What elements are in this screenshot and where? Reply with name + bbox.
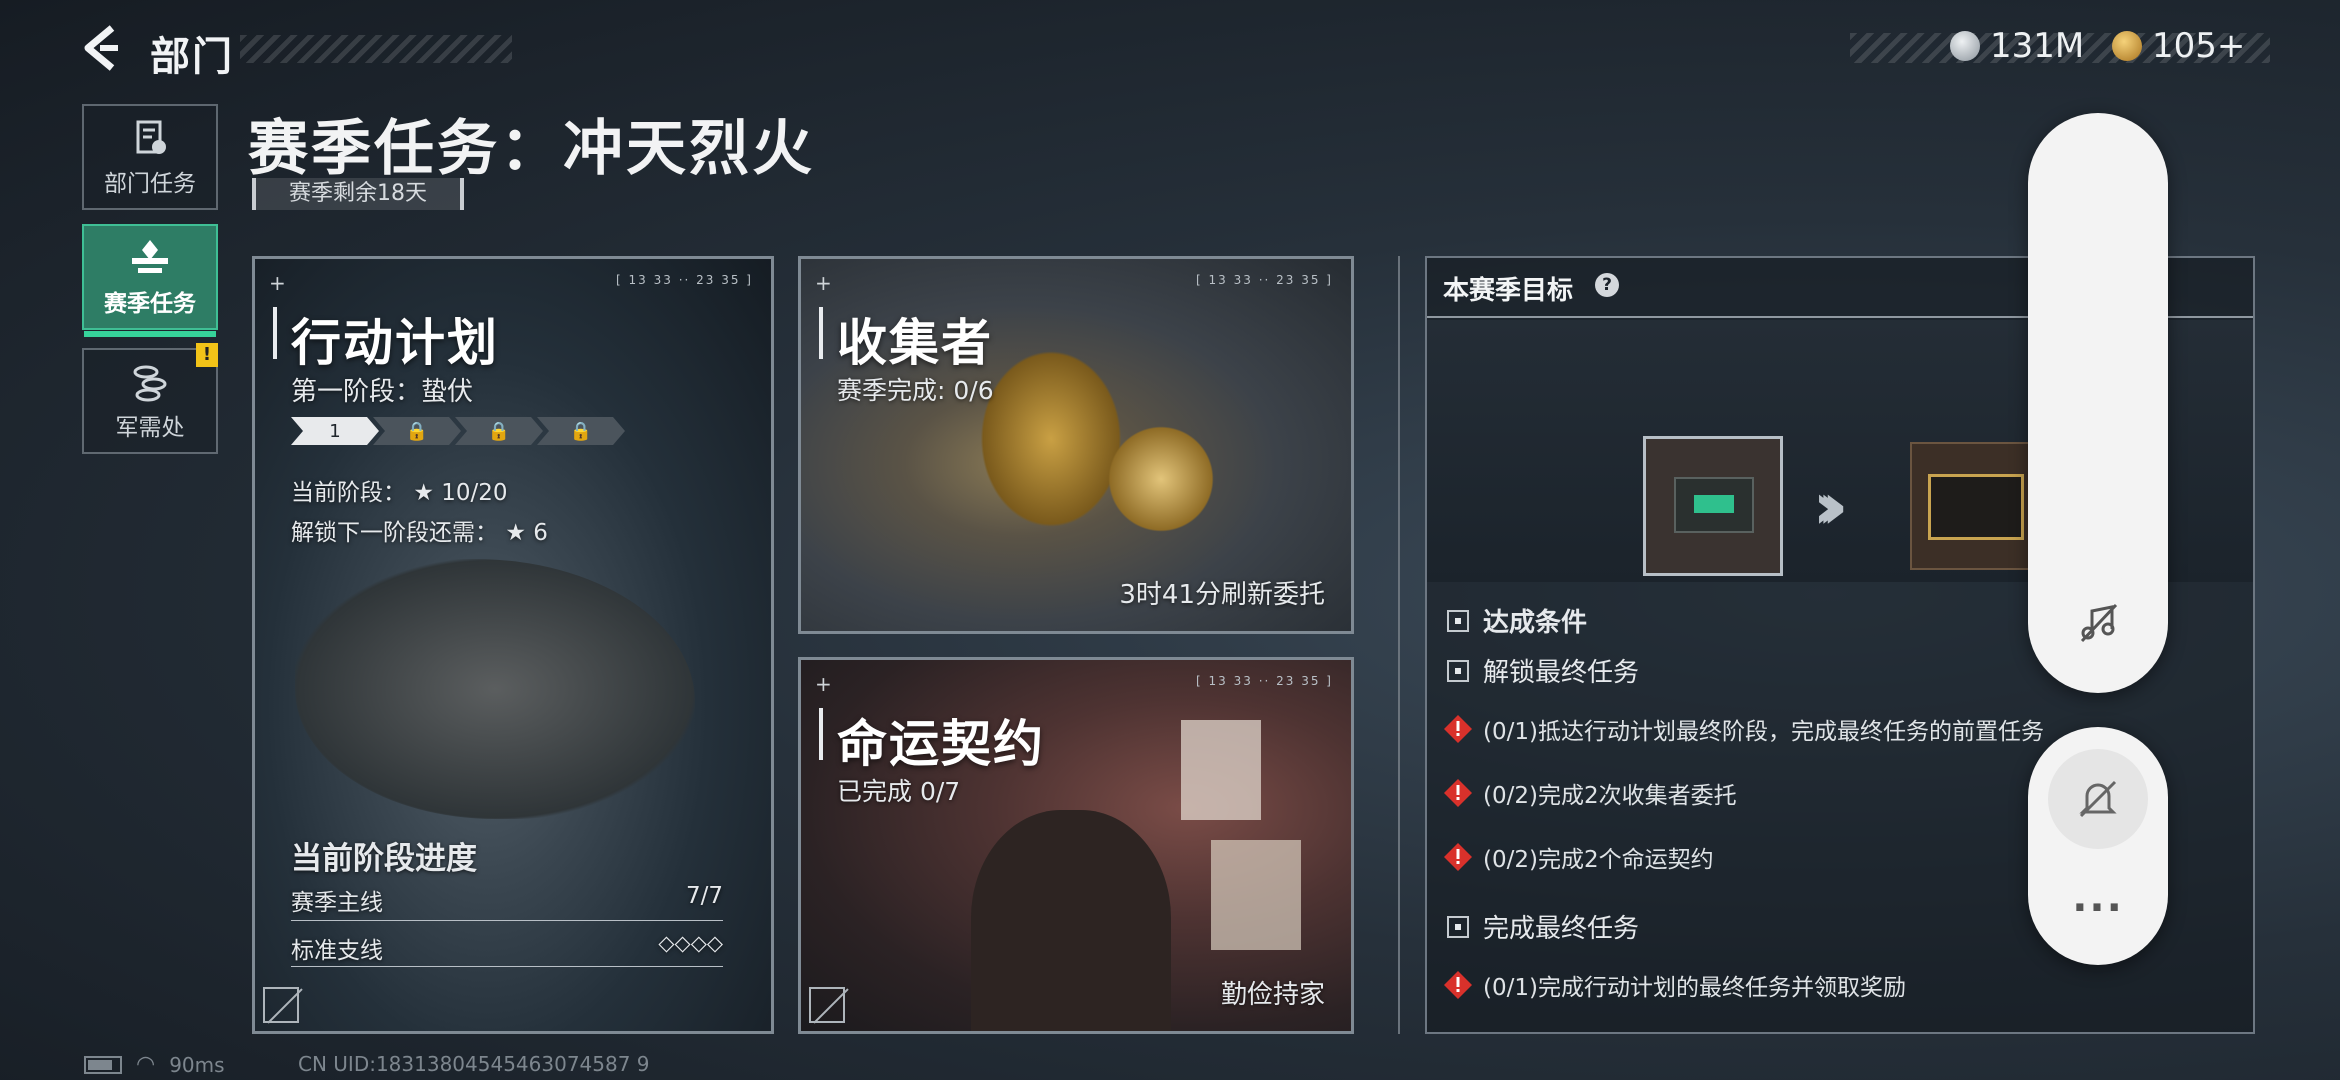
operation-plan-card[interactable]: + [ 13 33 ·· 23 35 ] 行动计划 第一阶段：蛰伏 1 🔒 🔒 … xyxy=(252,256,774,1034)
star-icon: ★ xyxy=(413,480,434,506)
reward-item-case[interactable] xyxy=(1643,436,1783,576)
currency-gold[interactable]: 105+ xyxy=(2112,26,2245,66)
lock-icon: 🔒 xyxy=(569,420,593,442)
fate-progress: 已完成 0/7 xyxy=(837,777,961,806)
more-options-button[interactable]: ··· xyxy=(2028,885,2168,931)
warning-diamond-icon xyxy=(1444,779,1472,807)
wifi-icon: ◠ xyxy=(136,1052,156,1077)
lock-icon: 🔒 xyxy=(487,420,511,442)
group-complete-final: 完成最终任务 xyxy=(1447,908,1639,945)
branch-diamonds: ◇◇◇◇ xyxy=(658,931,723,955)
season-emblem-icon xyxy=(132,240,168,273)
main-line-row: 赛季主线 7/7 xyxy=(291,879,723,921)
golden-deer-art xyxy=(971,339,1131,539)
conditions-heading: 达成条件 xyxy=(1447,602,1587,639)
help-icon[interactable]: ? xyxy=(1595,273,1619,297)
sidebar-item-season-tasks[interactable]: 赛季任务 xyxy=(82,224,218,337)
fate-title: 命运契约 xyxy=(837,715,1045,773)
currency-silver[interactable]: 131M xyxy=(1950,26,2084,66)
music-off-button[interactable] xyxy=(2048,573,2148,673)
warning-diamond-icon xyxy=(1444,715,1472,743)
crosshair-icon: + xyxy=(815,271,832,295)
reward-item-crate[interactable] xyxy=(1910,442,2038,570)
stage-segment-3: 🔒 xyxy=(455,417,543,445)
square-bullet-icon xyxy=(1447,915,1469,938)
objective-heading: 本赛季目标 xyxy=(1443,276,1574,306)
collector-refresh-time: 3时41分刷新委托 xyxy=(1119,580,1325,610)
requirement-item: (0/1)抵达行动计划最终阶段，完成最终任务的前置任务 xyxy=(1443,712,2044,746)
current-stage-row: 当前阶段： ★ 10/20 xyxy=(291,480,508,506)
back-arrow-icon xyxy=(84,25,118,71)
gold-coin-icon xyxy=(2112,31,2142,61)
golden-cup-art xyxy=(1101,419,1221,539)
crosshair-icon: + xyxy=(269,271,286,295)
lock-icon: 🔒 xyxy=(405,420,429,442)
crosshair-icon: + xyxy=(815,672,832,696)
divider xyxy=(1398,256,1400,1034)
stage-segment-2: 🔒 xyxy=(373,417,461,445)
square-bullet-icon xyxy=(1447,609,1469,632)
collector-title: 收集者 xyxy=(837,314,993,372)
star-icon: ★ xyxy=(505,520,526,546)
collector-progress: 赛季完成: 0/6 xyxy=(837,376,994,405)
stage-segment-4: 🔒 xyxy=(537,417,625,445)
title-accent xyxy=(273,307,277,359)
ping-value: 90ms xyxy=(169,1052,225,1077)
floating-menu[interactable]: ··· xyxy=(2028,727,2168,965)
page-title: 赛季任务：冲天烈火 xyxy=(248,114,815,184)
fate-contract-card[interactable]: + [ 13 33 ·· 23 35 ] 命运契约 已完成 0/7 勤俭持家 xyxy=(798,657,1354,1034)
bell-off-button[interactable] xyxy=(2048,749,2148,849)
task-list-icon xyxy=(136,120,166,154)
silver-coin-icon xyxy=(1950,31,1980,61)
header-title: 部门 xyxy=(150,34,234,80)
group-unlock-final: 解锁最终任务 xyxy=(1447,652,1639,689)
branch-line-row: 标准支线 ◇◇◇◇ xyxy=(291,923,723,967)
fate-caption: 勤俭持家 xyxy=(1220,980,1325,1010)
warning-diamond-icon xyxy=(1444,971,1472,999)
music-off-icon xyxy=(2080,603,2118,643)
sidebar-item-department-tasks[interactable]: 部门任务 xyxy=(82,104,218,210)
poster-art xyxy=(1211,840,1301,950)
progression-chevrons-icon: ››› xyxy=(1813,470,1848,544)
requirement-item: (0/1)完成行动计划的最终任务并领取奖励 xyxy=(1443,968,1906,1002)
floating-panel[interactable] xyxy=(2028,113,2168,693)
notification-badge: ! xyxy=(196,343,218,367)
season-remaining-chip: 赛季剩余18天 xyxy=(252,178,464,210)
title-accent xyxy=(819,708,823,760)
coin-stack-icon xyxy=(133,365,167,402)
poster-art xyxy=(1181,720,1261,820)
unlock-requirement-row: 解锁下一阶段还需： ★ 6 xyxy=(291,520,548,546)
header-decoration xyxy=(240,35,512,63)
operation-stage-name: 第一阶段：蛰伏 xyxy=(291,377,474,407)
battery-icon xyxy=(84,1055,122,1074)
square-bullet-icon xyxy=(1447,659,1469,682)
title-accent xyxy=(819,307,823,359)
expand-corner-icon xyxy=(809,987,845,1023)
collector-card[interactable]: + [ 13 33 ·· 23 35 ] 收集者 赛季完成: 0/6 3时41分… xyxy=(798,256,1354,634)
figure-art xyxy=(971,810,1171,1031)
stage-segment-1: 1 xyxy=(291,417,379,445)
uid-label: CN UID:18313804545463074587 9 xyxy=(298,1052,650,1076)
warning-diamond-icon xyxy=(1444,843,1472,871)
island-art xyxy=(295,559,695,819)
requirement-item: (0/2)完成2个命运契约 xyxy=(1443,840,1714,874)
progress-heading: 当前阶段进度 xyxy=(291,841,477,877)
requirement-item: (0/2)完成2次收集者委托 xyxy=(1443,776,1737,810)
bell-off-icon xyxy=(2079,780,2117,818)
expand-corner-icon xyxy=(263,987,299,1023)
operation-title: 行动计划 xyxy=(291,314,499,372)
status-bar: ◠ 90ms xyxy=(84,1052,225,1077)
back-button[interactable] xyxy=(78,22,122,74)
